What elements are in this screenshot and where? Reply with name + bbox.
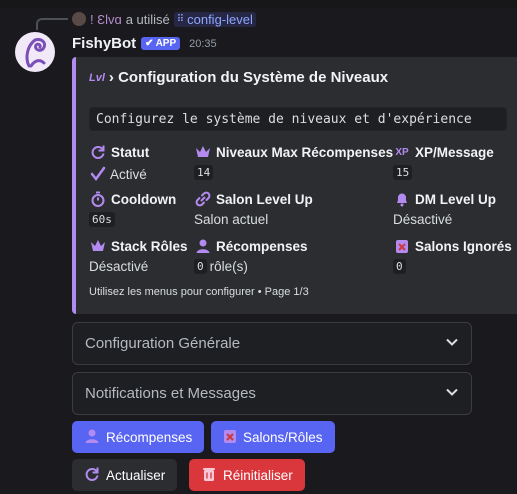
command-mention[interactable]: ⠿ config-level	[173, 11, 256, 27]
reset-button-label: Réinitialiser	[223, 467, 293, 483]
select-notifications-messages[interactable]: Notifications et Messages	[72, 372, 472, 415]
rewards-button[interactable]: Récompenses	[72, 421, 205, 453]
field-value-suffix: rôle(s)	[209, 259, 248, 274]
crown-icon	[194, 143, 212, 161]
refresh-button[interactable]: Actualiser	[72, 459, 178, 491]
field-value: Salon actuel	[194, 212, 269, 227]
embed-footer: Utilisez les menus pour configurer • Pag…	[89, 286, 309, 298]
field-code-value: 0	[194, 259, 207, 274]
field-value: Activé	[89, 165, 149, 183]
embed-title-text: › Configuration du Système de Niveaux	[108, 69, 389, 86]
reply-connector	[36, 18, 68, 30]
cross-box-icon	[393, 237, 411, 255]
description-codeblock: Configurez le système de niveaux et d'ex…	[89, 107, 507, 131]
user-icon	[194, 237, 212, 255]
xp-icon: XP	[395, 146, 409, 158]
check-icon: ✔	[145, 38, 154, 49]
rewards-button-label: Récompenses	[106, 429, 193, 445]
app-badge: ✔ APP	[141, 37, 181, 50]
field-dm-level-up: DM Level Up Désactivé	[393, 190, 497, 228]
refresh-icon	[84, 466, 100, 485]
field-code-value: 0	[393, 259, 406, 274]
message-header: FishyBot ✔ APP 20:35	[72, 35, 217, 52]
field-cooldown: Cooldown 60s	[89, 190, 176, 227]
select-placeholder: Configuration Générale	[85, 335, 241, 352]
channels-roles-button-label: Salons/Rôles	[243, 429, 323, 445]
bot-avatar[interactable]	[15, 32, 55, 72]
cross-box-icon	[223, 428, 237, 447]
top-strip	[0, 0, 517, 8]
link-icon	[194, 190, 212, 208]
stopwatch-icon	[89, 190, 107, 208]
select-configuration-generale[interactable]: Configuration Générale	[72, 322, 472, 365]
bell-icon	[393, 190, 411, 208]
field-value: Désactivé	[89, 259, 149, 274]
reply-action: a utilisé	[125, 11, 170, 27]
crown-icon	[89, 237, 107, 255]
select-placeholder: Notifications et Messages	[85, 385, 256, 402]
field-xp-message: XP XP/Message 15	[393, 143, 494, 180]
embed-title: Lvl › Configuration du Système de Niveau…	[89, 69, 388, 86]
field-value: Désactivé	[393, 212, 453, 227]
chevron-down-icon	[445, 335, 459, 353]
config-embed: Lvl › Configuration du Système de Niveau…	[72, 57, 517, 314]
trash-icon	[201, 466, 217, 485]
field-stack-roles: Stack Rôles Désactivé	[89, 237, 188, 275]
slash-command-icon: ⠿	[176, 13, 185, 25]
level-icon: Lvl	[89, 71, 105, 84]
field-name: Statut	[89, 143, 149, 161]
command-reply[interactable]: ! Ɛlvɑ a utilisé ⠿ config-level	[72, 10, 256, 28]
channels-roles-button[interactable]: Salons/Rôles	[211, 421, 335, 453]
field-salon-level-up: Salon Level Up Salon actuel	[194, 190, 313, 228]
refresh-icon	[89, 143, 107, 161]
field-code-value: 15	[393, 165, 413, 180]
field-code-value: 60s	[89, 212, 115, 227]
bot-name[interactable]: FishyBot	[72, 35, 136, 52]
user-icon	[84, 428, 100, 447]
fish-logo-icon	[25, 38, 47, 68]
reply-user-avatar[interactable]	[72, 12, 86, 26]
field-statut: Statut Activé	[89, 143, 149, 183]
app-badge-label: APP	[155, 38, 177, 49]
field-salons-ignores: Salons Ignorés 0	[393, 237, 512, 274]
field-code-value: 14	[194, 165, 214, 180]
reset-button[interactable]: Réinitialiser	[189, 459, 305, 491]
reply-username[interactable]: ! Ɛlvɑ	[90, 12, 122, 27]
chevron-down-icon	[445, 385, 459, 403]
field-niveaux-max: Niveaux Max Récompenses 14	[194, 143, 393, 180]
field-recompenses: Récompenses 0 rôle(s)	[194, 237, 308, 274]
timestamp: 20:35	[189, 37, 217, 50]
refresh-button-label: Actualiser	[106, 467, 166, 483]
checkmark-icon	[89, 165, 107, 183]
command-name: config-level	[187, 11, 253, 27]
